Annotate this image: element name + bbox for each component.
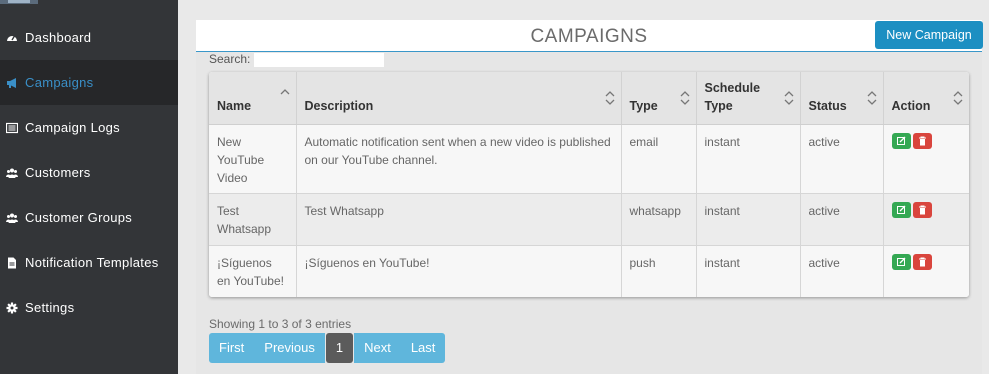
cell-type: whatsapp	[621, 193, 697, 246]
sidebar-item-label: Customer Groups	[25, 210, 133, 225]
users-icon	[6, 213, 18, 223]
column-header-schedule-type[interactable]: Schedule Type	[696, 72, 801, 125]
cell-schedule-type: instant	[696, 245, 801, 297]
gear-icon	[6, 302, 18, 313]
bullhorn-icon	[7, 77, 16, 88]
new-campaign-button[interactable]: New Campaign	[875, 21, 983, 49]
previous-page-button[interactable]: Previous	[254, 333, 325, 363]
table-row: ¡Síguenos en YouTube! ¡Síguenos en YouTu…	[209, 245, 969, 297]
edit-button[interactable]	[891, 253, 911, 270]
sidebar: Dashboard Campaigns Campaign Logs Custom…	[0, 0, 178, 374]
sort-asc-icon	[280, 89, 289, 95]
sort-icon	[784, 91, 793, 105]
sidebar-item-label: Campaigns	[25, 75, 94, 90]
column-header-action[interactable]: Action	[883, 72, 969, 125]
delete-button[interactable]	[912, 132, 932, 149]
edit-icon	[896, 136, 905, 145]
trash-icon	[918, 257, 926, 266]
last-page-button[interactable]: Last	[400, 333, 446, 363]
file-icon	[8, 257, 16, 268]
sidebar-item-campaign-logs[interactable]: Campaign Logs	[0, 105, 178, 150]
sidebar-item-settings[interactable]: Settings	[0, 285, 178, 330]
cell-actions	[883, 245, 969, 297]
sidebar-item-dashboard[interactable]: Dashboard	[0, 15, 178, 60]
cell-description: Automatic notification sent when a new v…	[296, 124, 622, 194]
first-page-button[interactable]: First	[209, 333, 255, 363]
search-input[interactable]	[254, 53, 384, 67]
cell-status: active	[800, 245, 884, 297]
users-icon	[6, 168, 18, 178]
dashboard-icon	[7, 35, 17, 41]
edit-icon	[896, 205, 905, 214]
edit-button[interactable]	[891, 201, 911, 218]
sidebar-item-label: Notification Templates	[25, 255, 159, 270]
cell-description: ¡Síguenos en YouTube!	[296, 245, 622, 297]
cell-status: active	[800, 124, 884, 194]
sidebar-item-label: Customers	[25, 165, 91, 180]
search-label: Search:	[209, 52, 251, 66]
cell-type: push	[621, 245, 697, 297]
sidebar-item-customer-groups[interactable]: Customer Groups	[0, 195, 178, 240]
table-row: New YouTube Video Automatic notification…	[209, 124, 969, 194]
panel-header: CAMPAIGNS New Campaign	[196, 20, 983, 52]
trash-icon	[918, 205, 926, 214]
delete-button[interactable]	[912, 201, 932, 218]
cell-type: email	[621, 124, 697, 194]
cell-name: Test Whatsapp	[209, 193, 297, 246]
entries-info: Showing 1 to 3 of 3 entries	[209, 317, 352, 331]
delete-button[interactable]	[912, 253, 932, 270]
cell-actions	[883, 124, 969, 194]
campaigns-panel: CAMPAIGNS New Campaign Search: Name Desc…	[196, 20, 983, 374]
cell-status: active	[800, 193, 884, 246]
trash-icon	[918, 136, 926, 145]
table-row: Test Whatsapp Test Whatsapp whatsapp ins…	[209, 193, 969, 246]
edit-button[interactable]	[891, 132, 911, 149]
cell-actions	[883, 193, 969, 246]
sort-icon	[680, 91, 689, 105]
campaigns-table: Name Description Type Schedule Type Stat…	[209, 72, 969, 297]
sort-icon	[605, 91, 614, 105]
page-title: CAMPAIGNS	[530, 26, 648, 47]
column-header-description[interactable]: Description	[296, 72, 622, 125]
list-icon	[6, 122, 18, 133]
edit-icon	[896, 257, 905, 266]
sidebar-item-campaigns[interactable]: Campaigns	[0, 60, 178, 105]
cell-schedule-type: instant	[696, 124, 801, 194]
sidebar-item-notification-templates[interactable]: Notification Templates	[0, 240, 178, 285]
cell-schedule-type: instant	[696, 193, 801, 246]
next-page-button[interactable]: Next	[354, 333, 401, 363]
column-header-status[interactable]: Status	[800, 72, 884, 125]
cell-description: Test Whatsapp	[296, 193, 622, 246]
cell-name: New YouTube Video	[209, 124, 297, 194]
column-header-name[interactable]: Name	[209, 72, 297, 125]
sort-icon	[953, 91, 963, 105]
current-page-button[interactable]: 1	[325, 333, 354, 363]
cell-name: ¡Síguenos en YouTube!	[209, 245, 297, 297]
column-header-type[interactable]: Type	[621, 72, 697, 125]
pagination: First Previous 1 Next Last	[209, 333, 446, 363]
sidebar-item-label: Campaign Logs	[25, 120, 120, 135]
sidebar-item-customers[interactable]: Customers	[0, 150, 178, 195]
sort-icon	[867, 91, 876, 105]
logo	[0, 0, 38, 4]
sidebar-item-label: Dashboard	[25, 30, 92, 45]
sidebar-item-label: Settings	[25, 300, 75, 315]
